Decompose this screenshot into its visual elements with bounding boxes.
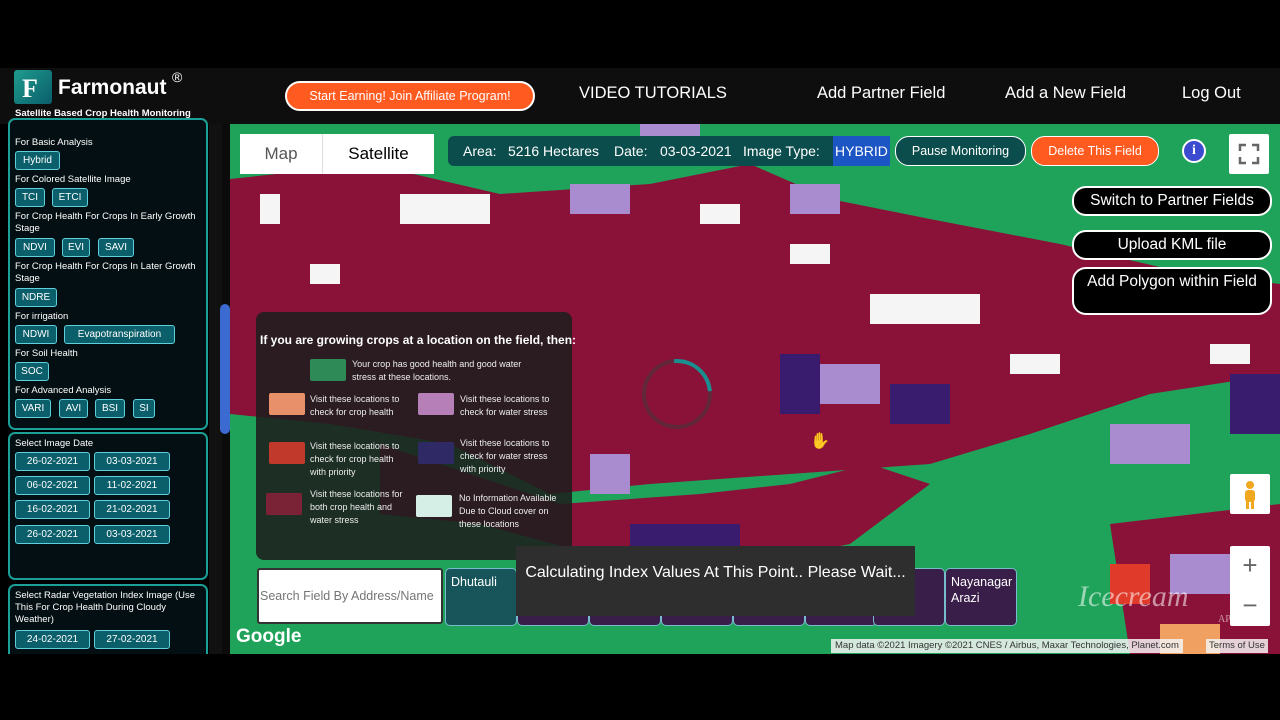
- date-button[interactable]: 26-02-2021: [15, 525, 90, 544]
- logo-letter: F: [22, 74, 38, 103]
- upload-kml-button[interactable]: Upload KML file: [1072, 230, 1272, 260]
- nav-add-new-field[interactable]: Add a New Field: [1005, 84, 1126, 103]
- radar-panel: Select Radar Vegetation Index Image (Use…: [8, 584, 208, 654]
- image-date-panel: Select Image Date 26-02-2021 03-03-2021 …: [8, 432, 208, 580]
- index-vari-button[interactable]: VARI: [15, 399, 51, 418]
- area-label: Area:: [463, 143, 497, 159]
- index-hybrid-button[interactable]: Hybrid: [15, 151, 60, 170]
- field-card-dhutauli[interactable]: Dhutauli: [445, 568, 517, 626]
- legend-title: If you are growing crops at a location o…: [260, 333, 577, 347]
- basic-analysis-label: For Basic Analysis: [15, 137, 93, 148]
- brand-name[interactable]: Farmonaut: [58, 76, 167, 100]
- map-type-map-tab[interactable]: Map: [240, 134, 322, 174]
- date-button[interactable]: 06-02-2021: [15, 476, 90, 495]
- street-view-pegman-icon[interactable]: [1230, 474, 1270, 514]
- radar-label: Select Radar Vegetation Index Image (Use…: [15, 590, 196, 625]
- app-root: F Farmonaut ® Satellite Based Crop Healt…: [0, 0, 1280, 720]
- terms-of-use-link[interactable]: Terms of Use: [1206, 639, 1268, 653]
- add-polygon-button[interactable]: Add Polygon within Field: [1072, 267, 1272, 315]
- date-label: Date:: [614, 143, 648, 159]
- index-etci-button[interactable]: ETCI: [52, 188, 88, 207]
- field-map[interactable]: Map Satellite Area: 5216 Hectares Date: …: [230, 124, 1280, 654]
- crop-health-legend: If you are growing crops at a location o…: [256, 312, 576, 560]
- index-ndre-button[interactable]: NDRE: [15, 288, 57, 307]
- radar-date-button[interactable]: 24-02-2021: [15, 630, 90, 649]
- field-info-bar: Area: 5216 Hectares Date: 03-03-2021 Ima…: [448, 136, 890, 166]
- index-evi-button[interactable]: EVI: [62, 238, 90, 257]
- soil-health-label: For Soil Health: [15, 348, 78, 359]
- date-button[interactable]: 16-02-2021: [15, 500, 90, 519]
- radar-date-button[interactable]: 27-02-2021: [94, 630, 170, 649]
- legend-swatch: [269, 393, 305, 415]
- early-growth-label: For Crop Health For Crops In Early Growt…: [15, 211, 196, 234]
- affiliate-program-button[interactable]: Start Earning! Join Affiliate Program!: [285, 81, 535, 111]
- index-panel: For Basic Analysis Hybrid For Colored Sa…: [8, 118, 208, 430]
- legend-text: Visit these locations to check for water…: [460, 438, 550, 474]
- pegman-glyph: [1245, 481, 1255, 509]
- date-button[interactable]: 21-02-2021: [94, 500, 170, 519]
- legend-text: Visit these locations to check for crop …: [310, 394, 400, 417]
- google-logo: Google: [236, 626, 302, 647]
- date-button[interactable]: 26-02-2021: [15, 452, 90, 471]
- search-field-input[interactable]: [257, 568, 443, 624]
- switch-partner-fields-button[interactable]: Switch to Partner Fields: [1072, 186, 1272, 216]
- area-value: 5216 Hectares: [508, 143, 600, 159]
- delete-field-button[interactable]: Delete This Field: [1031, 136, 1159, 166]
- legend-swatch: [416, 495, 452, 517]
- legend-text: Visit these locations for both crop heal…: [310, 489, 403, 525]
- legend-swatch: [310, 359, 346, 381]
- top-nav-bar: F Farmonaut ® Satellite Based Crop Healt…: [0, 68, 1280, 124]
- farmonaut-logo-icon[interactable]: F: [14, 70, 52, 104]
- index-sidebar: For Basic Analysis Hybrid For Colored Sa…: [0, 118, 230, 654]
- calculating-toast: Calculating Index Values At This Point..…: [516, 546, 915, 616]
- info-icon[interactable]: i: [1182, 139, 1206, 163]
- hand-cursor-icon: ✋: [810, 433, 830, 450]
- map-attribution: Map data ©2021 Imagery ©2021 CNES / Airb…: [831, 639, 1183, 653]
- nav-add-partner-field[interactable]: Add Partner Field: [817, 84, 945, 103]
- legend-text: Your crop has good health and good water…: [352, 359, 522, 382]
- sidebar-scroll-thumb[interactable]: [220, 304, 230, 434]
- index-evapotranspiration-button[interactable]: Evapotranspiration: [64, 325, 175, 344]
- index-savi-button[interactable]: SAVI: [98, 238, 134, 257]
- image-type-value: HYBRID: [833, 136, 890, 166]
- icecream-watermark: Icecream APPS: [1078, 580, 1242, 625]
- map-type-satellite-tab[interactable]: Satellite: [322, 134, 434, 174]
- colored-image-label: For Colored Satellite Image: [15, 174, 131, 185]
- nav-video-tutorials[interactable]: VIDEO TUTORIALS: [579, 84, 727, 103]
- pause-monitoring-button[interactable]: Pause Monitoring: [895, 136, 1026, 166]
- index-avi-button[interactable]: AVI: [59, 399, 88, 418]
- legend-swatch: [269, 442, 305, 464]
- zoom-in-button[interactable]: +: [1230, 546, 1270, 586]
- nav-log-out[interactable]: Log Out: [1182, 84, 1241, 103]
- field-card-nayanagar-arazi[interactable]: Nayanagar Arazi: [945, 568, 1017, 626]
- legend-text: Visit these locations to check for water…: [460, 394, 550, 417]
- legend-text: No Information Available Due to Cloud co…: [459, 493, 557, 529]
- watermark-sub: APPS: [1218, 614, 1242, 625]
- browser-viewport: F Farmonaut ® Satellite Based Crop Healt…: [0, 68, 1280, 654]
- date-button[interactable]: 03-03-2021: [94, 452, 170, 471]
- index-ndwi-button[interactable]: NDWI: [15, 325, 57, 344]
- index-tci-button[interactable]: TCI: [15, 188, 45, 207]
- legend-swatch: [266, 493, 302, 515]
- date-button[interactable]: 03-03-2021: [94, 525, 170, 544]
- index-bsi-button[interactable]: BSI: [95, 399, 125, 418]
- fullscreen-glyph: [1238, 143, 1260, 165]
- index-ndvi-button[interactable]: NDVI: [15, 238, 55, 257]
- watermark-text: Icecream: [1078, 580, 1189, 613]
- legend-swatch: [418, 393, 454, 415]
- advanced-analysis-label: For Advanced Analysis: [15, 385, 112, 396]
- image-type-label: Image Type:: [743, 143, 820, 159]
- registered-mark: ®: [172, 69, 183, 85]
- date-button[interactable]: 11-02-2021: [94, 476, 170, 495]
- irrigation-label: For irrigation: [15, 311, 69, 322]
- legend-swatch: [418, 442, 454, 464]
- image-date-label: Select Image Date: [15, 438, 94, 449]
- legend-text: Visit these locations to check for crop …: [310, 441, 400, 477]
- date-value: 03-03-2021: [660, 143, 732, 159]
- later-growth-label: For Crop Health For Crops In Later Growt…: [15, 261, 196, 284]
- index-soc-button[interactable]: SOC: [15, 362, 49, 381]
- index-si-button[interactable]: SI: [133, 399, 155, 418]
- fullscreen-icon[interactable]: [1229, 134, 1269, 174]
